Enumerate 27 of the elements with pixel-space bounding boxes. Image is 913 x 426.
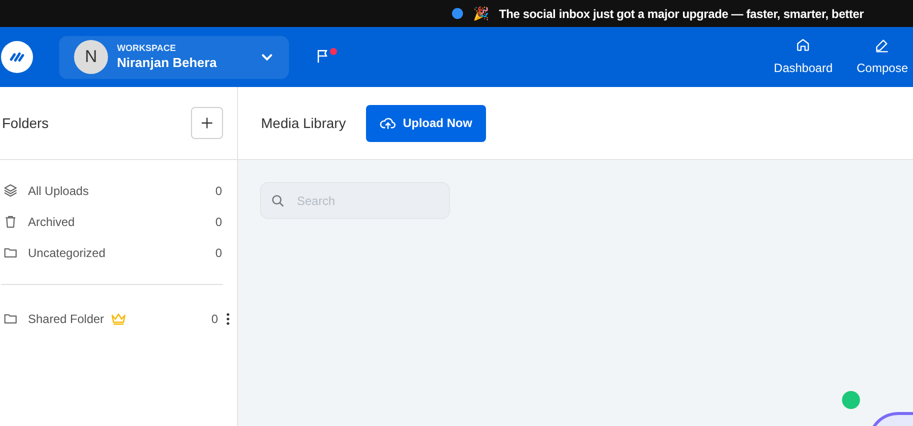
nav-link[interactable]: Dashboard xyxy=(774,37,833,77)
folder-item[interactable]: Uncategorized 0 xyxy=(0,237,237,268)
nav-link[interactable]: Compose xyxy=(856,37,908,77)
layers-icon xyxy=(3,183,18,198)
announcement-text: The social inbox just got a major upgrade — faster, smarter, better xyxy=(499,6,864,22)
folder-item[interactable]: Archived 0 xyxy=(0,206,237,237)
plus-icon xyxy=(200,116,214,130)
folder-item[interactable]: Shared Folder 0 xyxy=(0,303,237,334)
more-icon[interactable] xyxy=(226,312,230,324)
folder-icon xyxy=(3,311,18,326)
logo-icon[interactable] xyxy=(1,41,33,73)
search-icon xyxy=(271,194,285,208)
upload-button[interactable]: Upload Now xyxy=(366,104,486,142)
cloud-upload-icon xyxy=(380,116,396,130)
workspace-label: WORKSPACE xyxy=(117,43,177,54)
workspace-name: Niranjan Behera xyxy=(117,54,218,71)
add-folder-button[interactable] xyxy=(191,107,223,139)
page-title: Media Library xyxy=(261,114,346,133)
folder-icon xyxy=(3,245,18,260)
party-emoji: 🎉 xyxy=(473,4,489,23)
workspace-switcher[interactable]: N WORKSPACE Niranjan Behera xyxy=(59,36,289,78)
trash-icon xyxy=(3,214,18,229)
pen-icon xyxy=(874,37,890,53)
home-icon xyxy=(795,37,812,53)
sidebar-title: Folders xyxy=(2,114,49,132)
avatar: N xyxy=(74,40,108,74)
folder-item[interactable]: All Uploads 0 xyxy=(0,175,237,206)
